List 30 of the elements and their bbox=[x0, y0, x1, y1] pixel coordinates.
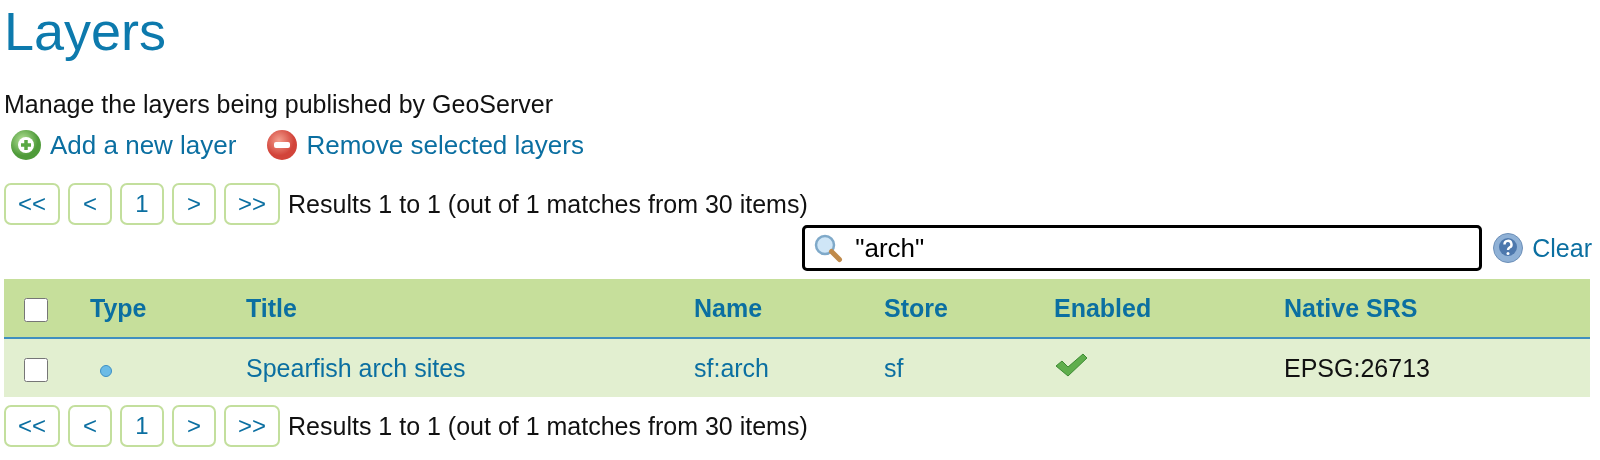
select-all-checkbox[interactable] bbox=[24, 297, 48, 322]
help-icon bbox=[1492, 232, 1525, 264]
add-layer-link[interactable]: Add a new layer bbox=[10, 129, 237, 161]
srs-text: EPSG:26713 bbox=[1284, 353, 1430, 383]
search-field[interactable]: "arch" bbox=[802, 225, 1483, 271]
store-link[interactable]: sf bbox=[884, 353, 904, 383]
page-description: Manage the layers being published by GeoServer bbox=[4, 90, 553, 119]
pager-button[interactable]: < bbox=[68, 405, 113, 447]
point-icon bbox=[100, 364, 112, 377]
pager-button[interactable]: << bbox=[4, 405, 61, 447]
column-header[interactable]: Name bbox=[694, 293, 763, 323]
pager-button[interactable]: > bbox=[172, 405, 217, 447]
column-header[interactable]: Store bbox=[884, 293, 948, 323]
remove-layers-link[interactable]: Remove selected layers bbox=[266, 129, 584, 161]
pager-button[interactable]: >> bbox=[224, 183, 281, 225]
minus-icon bbox=[266, 129, 299, 161]
column-header[interactable]: Title bbox=[246, 293, 297, 323]
pager-button[interactable]: 1 bbox=[120, 183, 165, 225]
page-title: Layers bbox=[4, 0, 167, 60]
pager-button[interactable]: >> bbox=[224, 405, 281, 447]
pager-button[interactable]: > bbox=[172, 183, 217, 225]
results-summary: Results 1 to 1 (out of 1 matches from 30 items) bbox=[288, 189, 808, 219]
row-checkbox[interactable] bbox=[24, 357, 48, 382]
clear-link[interactable]: Clear bbox=[1492, 232, 1592, 264]
plus-icon bbox=[10, 129, 42, 161]
pager-button[interactable]: << bbox=[4, 183, 61, 225]
results-summary: Results 1 to 1 (out of 1 matches from 30 items) bbox=[288, 411, 808, 441]
pager-button[interactable]: 1 bbox=[120, 405, 165, 447]
pager-button[interactable]: < bbox=[68, 183, 113, 225]
column-header[interactable]: Type bbox=[90, 293, 147, 323]
